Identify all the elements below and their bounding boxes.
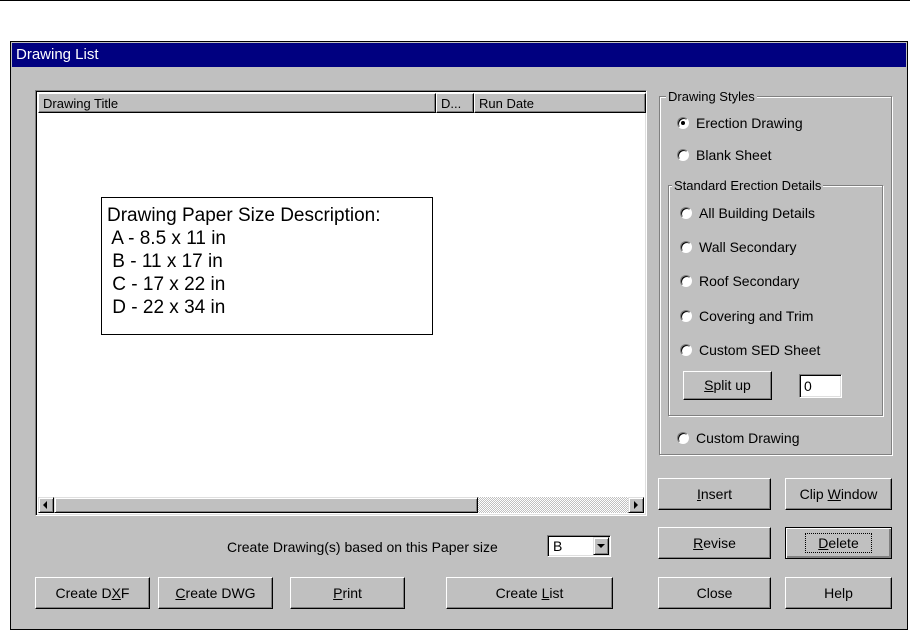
radio-icon bbox=[680, 310, 692, 322]
create-dxf-button[interactable]: Create DXF bbox=[35, 577, 150, 609]
paper-size-b: B - 11 x 17 in bbox=[107, 251, 223, 272]
radio-icon bbox=[677, 149, 689, 161]
split-up-input[interactable]: 0 bbox=[799, 374, 842, 398]
drawing-list-dialog: Drawing List Drawing Title D... Run Date… bbox=[10, 41, 908, 630]
paper-size-label: Create Drawing(s) based on this Paper si… bbox=[227, 539, 498, 555]
chevron-down-icon bbox=[597, 544, 605, 548]
paper-size-c: C - 17 x 22 in bbox=[107, 274, 226, 295]
print-button[interactable]: Print bbox=[290, 577, 405, 609]
scroll-track[interactable] bbox=[478, 497, 628, 513]
close-button[interactable]: Close bbox=[658, 577, 771, 609]
delete-button[interactable]: Delete bbox=[785, 527, 892, 559]
sed-group-label: Standard Erection Details bbox=[672, 178, 824, 193]
top-separator-line bbox=[0, 0, 910, 1]
column-header-d[interactable]: D... bbox=[436, 93, 474, 113]
focus-rectangle: Delete bbox=[805, 533, 872, 553]
standard-erection-details-group: Standard Erection Details All Building D… bbox=[668, 178, 883, 416]
drawing-styles-group: Drawing Styles Erection Drawing Blank Sh… bbox=[659, 89, 892, 455]
left-arrow-icon bbox=[43, 501, 47, 509]
scroll-left-button[interactable] bbox=[38, 497, 54, 513]
paper-size-combobox[interactable]: B bbox=[547, 535, 611, 557]
radio-icon bbox=[680, 241, 692, 253]
split-up-button[interactable]: Split up bbox=[683, 371, 772, 400]
revise-button[interactable]: Revise bbox=[658, 527, 771, 559]
scroll-thumb[interactable] bbox=[54, 497, 478, 513]
horizontal-scrollbar[interactable] bbox=[38, 497, 644, 513]
drawing-styles-label: Drawing Styles bbox=[666, 89, 757, 104]
radio-icon bbox=[680, 344, 692, 356]
help-button[interactable]: Help bbox=[785, 577, 892, 609]
paper-size-a: A - 8.5 x 11 in bbox=[107, 228, 227, 249]
paper-size-heading: Drawing Paper Size Description: bbox=[107, 205, 381, 226]
insert-button[interactable]: Insert bbox=[658, 478, 771, 510]
radio-selected-icon bbox=[677, 117, 689, 129]
right-arrow-icon bbox=[634, 501, 638, 509]
window-title: Drawing List bbox=[16, 46, 99, 63]
radio-icon bbox=[677, 432, 689, 444]
list-header: Drawing Title D... Run Date bbox=[38, 93, 646, 113]
column-header-run-date[interactable]: Run Date bbox=[474, 93, 646, 113]
scroll-right-button[interactable] bbox=[628, 497, 644, 513]
paper-size-d: D - 22 x 34 in bbox=[107, 297, 226, 318]
paper-size-dropdown-button[interactable] bbox=[593, 537, 609, 555]
create-list-button[interactable]: Create List bbox=[446, 577, 613, 609]
paper-size-description: Drawing Paper Size Description: A - 8.5 … bbox=[101, 197, 433, 335]
title-bar[interactable]: Drawing List bbox=[12, 43, 906, 67]
clip-window-button[interactable]: Clip Window bbox=[785, 478, 892, 510]
create-dwg-button[interactable]: Create DWG bbox=[158, 577, 273, 609]
radio-icon bbox=[680, 207, 692, 219]
radio-icon bbox=[680, 275, 692, 287]
column-header-drawing-title[interactable]: Drawing Title bbox=[38, 93, 436, 113]
